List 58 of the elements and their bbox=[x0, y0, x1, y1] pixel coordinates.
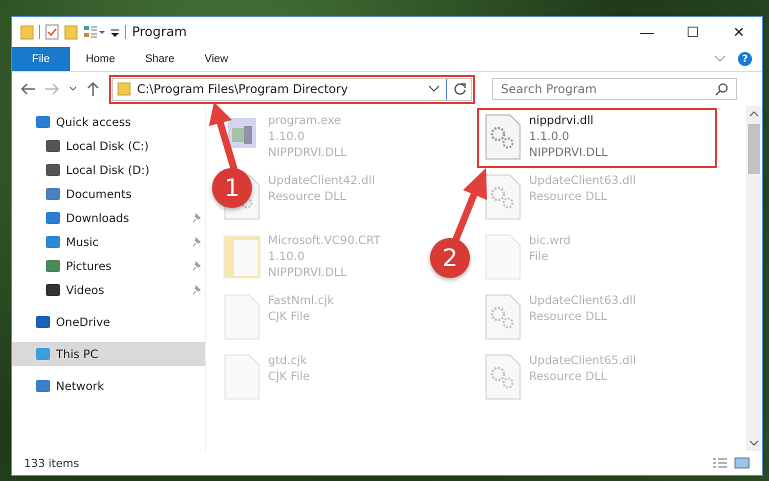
ribbon-tab[interactable]: File bbox=[12, 47, 70, 71]
file-detail: NIPPDRVI.DLL bbox=[268, 264, 348, 280]
details-view-icon[interactable] bbox=[712, 457, 728, 469]
sidebar-item[interactable]: Local Disk (D:) bbox=[12, 158, 205, 182]
chevron-down-icon[interactable] bbox=[428, 84, 440, 94]
folder-icon[interactable] bbox=[20, 24, 34, 40]
file-detail: Resource DLL bbox=[529, 368, 608, 384]
file-item[interactable]: nippdrvi.dll 1.1.0.0 NIPPDRVI.DLL bbox=[479, 110, 715, 166]
file-detail: CJK File bbox=[268, 368, 310, 384]
pin-icon[interactable] bbox=[191, 285, 201, 295]
large-icons-view-icon[interactable] bbox=[734, 457, 750, 469]
sidebar-item[interactable]: This PC bbox=[12, 342, 205, 366]
scroll-up-icon[interactable] bbox=[749, 110, 759, 118]
sidebar-item[interactable]: Music bbox=[12, 230, 205, 254]
address-path: C:\Program Files\Program Directory bbox=[137, 82, 350, 96]
scrollbar-thumb[interactable] bbox=[748, 124, 760, 174]
ribbon-tab[interactable]: Home bbox=[72, 47, 130, 71]
window-control-button[interactable]: ☐ bbox=[670, 17, 716, 47]
sidebar-item[interactable]: Downloads bbox=[12, 206, 205, 230]
sidebar-item[interactable]: Local Disk (C:) bbox=[12, 134, 205, 158]
ribbon-tab[interactable]: View bbox=[190, 47, 242, 71]
properties-icon[interactable] bbox=[83, 24, 105, 40]
window-control-button[interactable]: ✕ bbox=[716, 17, 762, 47]
back-arrow-icon[interactable] bbox=[20, 82, 36, 96]
file-detail: File bbox=[529, 248, 550, 264]
sidebar-item[interactable]: Quick access bbox=[12, 110, 205, 134]
folder-icon[interactable] bbox=[64, 24, 78, 40]
window-title: Program bbox=[132, 24, 187, 40]
pin-icon[interactable] bbox=[191, 261, 201, 271]
file-detail: Resource DLL bbox=[268, 188, 348, 204]
pin-icon[interactable] bbox=[191, 237, 201, 247]
sidebar-item[interactable]: Network bbox=[12, 374, 205, 398]
file-detail: Resource DLL bbox=[529, 308, 608, 324]
help-button[interactable]: ? bbox=[738, 52, 752, 66]
vertical-scrollbar[interactable] bbox=[746, 106, 762, 451]
file-detail: NIPPDRVI.DLL bbox=[268, 144, 347, 160]
item-count: 133 items bbox=[24, 456, 80, 470]
file-detail: 1.1.0.0 bbox=[529, 128, 570, 144]
scroll-down-icon[interactable] bbox=[749, 439, 759, 447]
checklist-icon[interactable] bbox=[45, 24, 59, 40]
sidebar-item[interactable]: Pictures bbox=[12, 254, 205, 278]
file-detail: Resource DLL bbox=[529, 188, 608, 204]
file-name[interactable]: nippdrvi.dll bbox=[529, 112, 608, 128]
sidebar-item[interactable]: Videos bbox=[12, 278, 205, 302]
file-detail: 1.10.0 bbox=[268, 248, 306, 264]
search-icon bbox=[715, 82, 729, 96]
ribbon-tab[interactable]: Share bbox=[131, 47, 188, 71]
file-detail: CJK File bbox=[268, 308, 311, 324]
folder-icon bbox=[117, 82, 131, 96]
file-detail: NIPPDRVI.DLL bbox=[529, 144, 608, 160]
sidebar-item[interactable]: OneDrive bbox=[12, 310, 205, 334]
search-field[interactable]: Search Program bbox=[492, 78, 737, 100]
file-detail: 1.10.0 bbox=[268, 128, 306, 144]
window-control-button[interactable]: — bbox=[624, 17, 670, 47]
sidebar-item[interactable]: Documents bbox=[12, 182, 205, 206]
up-arrow-icon[interactable] bbox=[86, 81, 100, 97]
refresh-icon[interactable] bbox=[453, 82, 467, 96]
pin-icon[interactable] bbox=[191, 213, 201, 223]
